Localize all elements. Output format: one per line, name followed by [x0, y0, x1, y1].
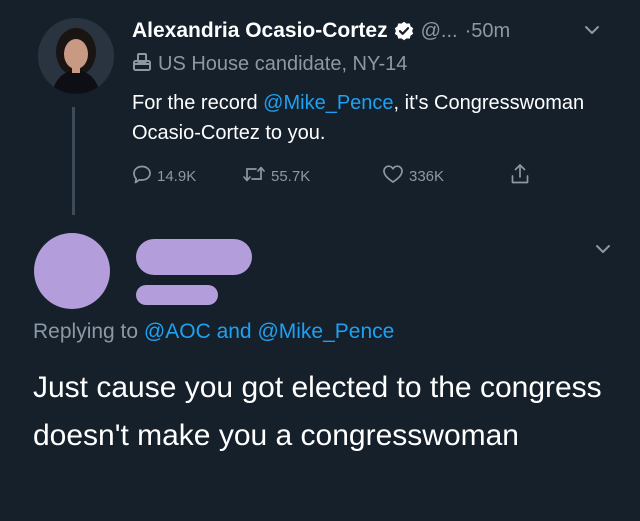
- author-name[interactable]: Alexandria Ocasio-Cortez: [132, 19, 388, 43]
- author-avatar[interactable]: [38, 18, 114, 94]
- reply-text: Just cause you got elected to the congre…: [33, 371, 602, 452]
- mention-link[interactable]: @Mike_Pence: [263, 92, 393, 114]
- tweet-header: Alexandria Ocasio-Cortez @... ·50m: [132, 16, 510, 46]
- chevron-down-icon[interactable]: [582, 20, 602, 40]
- replying-to: Replying to @AOC and @Mike_Pence: [33, 320, 394, 344]
- verified-badge-icon: [394, 21, 414, 41]
- retweet-button[interactable]: 55.7K: [242, 162, 310, 190]
- redacted-name: [136, 239, 252, 275]
- tweet-actions: 14.9K 55.7K 336K: [132, 162, 552, 190]
- reply-button[interactable]: 14.9K: [132, 162, 196, 190]
- tweet-text-prefix: For the record: [132, 92, 264, 114]
- chevron-down-icon[interactable]: [592, 238, 614, 260]
- candidate-label-text: US House candidate, NY-14: [158, 52, 408, 75]
- replying-and: and: [210, 320, 258, 343]
- author-handle[interactable]: @...: [421, 20, 458, 43]
- share-button[interactable]: [510, 162, 535, 190]
- share-icon: [510, 163, 535, 189]
- redacted-avatar: [34, 233, 110, 309]
- reply-count: 14.9K: [157, 167, 197, 185]
- retweet-count: 55.7K: [271, 167, 311, 185]
- like-count: 336K: [409, 167, 445, 185]
- like-icon: [382, 164, 409, 188]
- tweet-time[interactable]: ·50m: [465, 20, 511, 43]
- ballot-box-icon: [132, 52, 152, 77]
- replying-prefix: Replying to: [33, 320, 144, 343]
- mention-link-pence[interactable]: @Mike_Pence: [257, 320, 394, 343]
- retweet-icon: [242, 164, 271, 188]
- thread-line: [72, 107, 75, 215]
- tweet-text: For the record @Mike_Pence, it's Congres…: [132, 88, 612, 148]
- like-button[interactable]: 336K: [382, 162, 444, 190]
- candidate-label: US House candidate, NY-14: [132, 50, 407, 78]
- reply-icon: [132, 164, 157, 188]
- redacted-handle: [136, 285, 218, 305]
- mention-link-aoc[interactable]: @AOC: [144, 320, 211, 343]
